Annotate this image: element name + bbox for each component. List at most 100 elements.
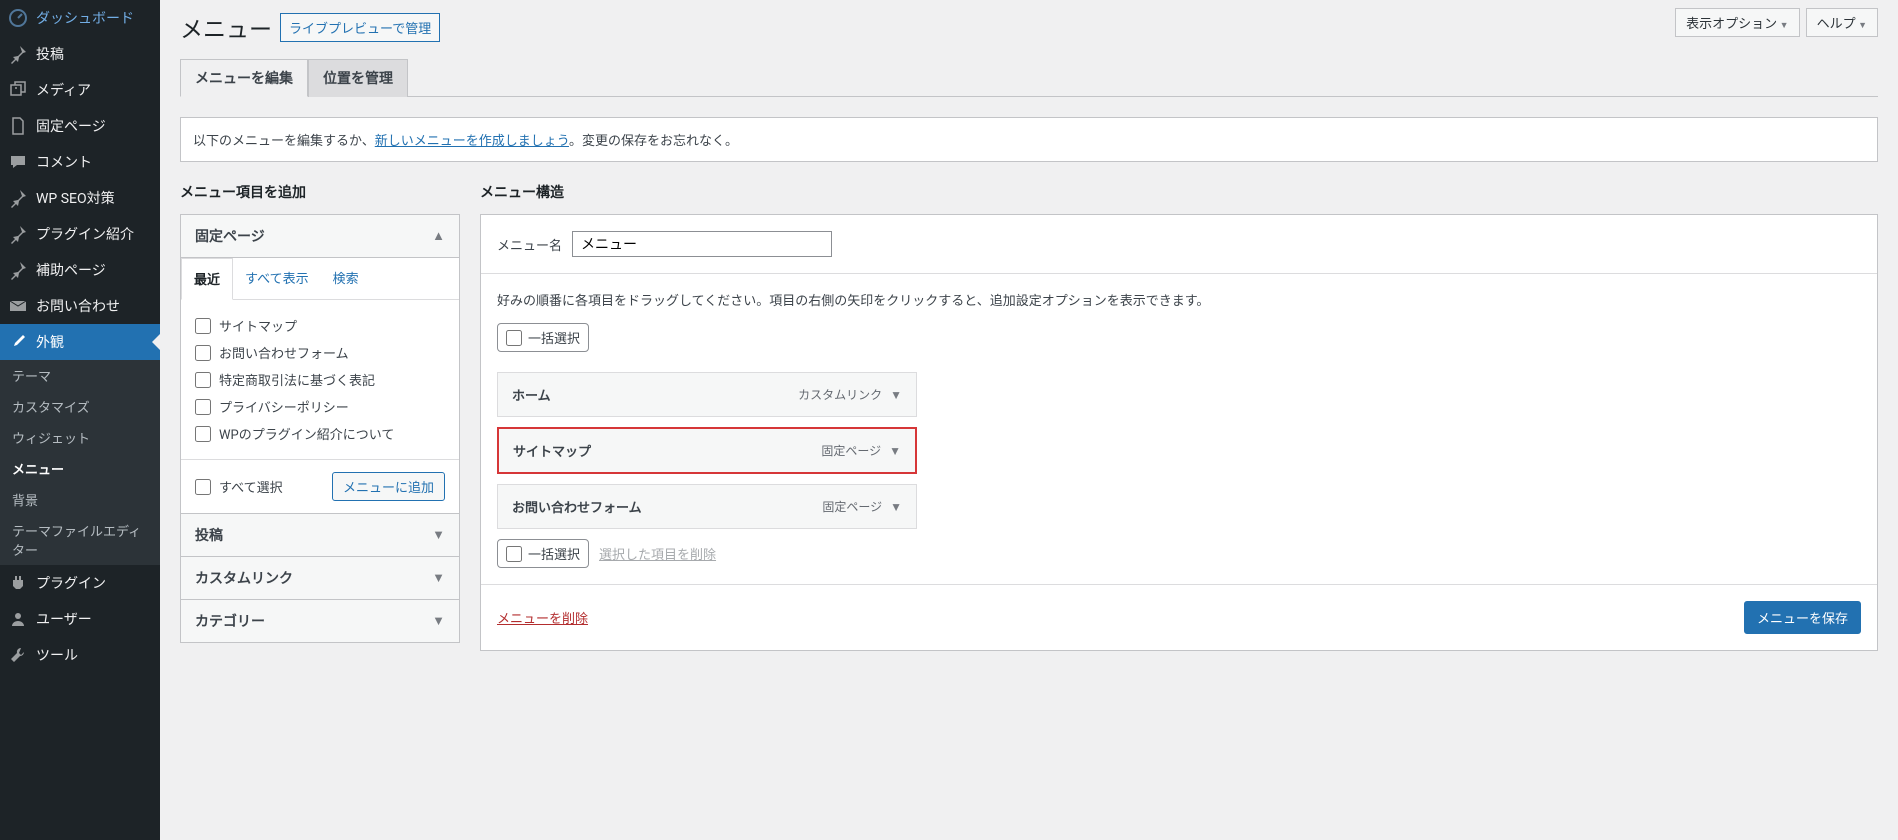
accordion-categories: カテゴリー ▼ bbox=[180, 599, 460, 643]
menu-item-title: ホーム bbox=[512, 385, 551, 404]
sidebar-item-0[interactable]: ダッシュボード bbox=[0, 0, 160, 36]
menu-item-title: お問い合わせフォーム bbox=[512, 497, 642, 516]
sidebar-item-9[interactable]: 外観 bbox=[0, 324, 160, 360]
sidebar-item-6[interactable]: プラグイン紹介 bbox=[0, 216, 160, 252]
chevron-down-icon[interactable]: ▼ bbox=[889, 444, 901, 458]
page-header: メニュー ライブプレビューで管理 bbox=[160, 0, 1898, 44]
sidebar-item-1[interactable]: 投稿 bbox=[0, 36, 160, 72]
sidebar-item-7[interactable]: 補助ページ bbox=[0, 252, 160, 288]
page-check-item[interactable]: お問い合わせフォーム bbox=[195, 339, 445, 366]
chevron-down-icon: ▼ bbox=[432, 570, 445, 586]
inner-tab-search[interactable]: 検索 bbox=[321, 258, 371, 299]
sidebar-sub-item[interactable]: カスタマイズ bbox=[0, 391, 160, 422]
menu-name-label: メニュー名 bbox=[497, 235, 562, 254]
sidebar-item-label: コメント bbox=[36, 152, 92, 172]
remove-selected-link: 選択した項目を削除 bbox=[599, 544, 716, 563]
select-all-checkbox[interactable] bbox=[195, 479, 211, 495]
sidebar-item-8[interactable]: お問い合わせ bbox=[0, 288, 160, 324]
sidebar-item-5[interactable]: WP SEO対策 bbox=[0, 180, 160, 216]
pin-icon bbox=[8, 224, 28, 244]
sidebar-sub-item[interactable]: ウィジェット bbox=[0, 422, 160, 453]
menu-item[interactable]: サイトマップ固定ページ ▼ bbox=[497, 427, 917, 474]
sidebar-submenu: テーマカスタマイズウィジェットメニュー背景テーマファイルエディター bbox=[0, 360, 160, 565]
menu-item-type: カスタムリンク ▼ bbox=[798, 386, 902, 403]
sidebar-item-4[interactable]: コメント bbox=[0, 144, 160, 180]
accordion-posts-label: 投稿 bbox=[195, 525, 223, 545]
page-check-item[interactable]: サイトマップ bbox=[195, 312, 445, 339]
page-checkbox[interactable] bbox=[195, 426, 211, 442]
create-new-menu-link[interactable]: 新しいメニューを作成しましょう bbox=[375, 134, 569, 149]
sidebar-item-11[interactable]: ユーザー bbox=[0, 601, 160, 637]
chevron-down-icon[interactable]: ▼ bbox=[890, 500, 902, 514]
sidebar-sub-item[interactable]: テーマファイルエディター bbox=[0, 515, 160, 565]
accordion-categories-label: カテゴリー bbox=[195, 611, 265, 631]
pages-inner-tabs: 最近 すべて表示 検索 bbox=[181, 258, 459, 300]
bulk-select-label-bottom: 一括選択 bbox=[528, 544, 580, 563]
accordion-custom-links: カスタムリンク ▼ bbox=[180, 556, 460, 600]
add-items-title: メニュー項目を追加 bbox=[180, 182, 460, 202]
notice-suffix: 。変更の保存をお忘れなく。 bbox=[569, 134, 738, 149]
chevron-down-icon[interactable]: ▼ bbox=[890, 388, 902, 402]
main-content: 表示オプション ヘルプ メニュー ライブプレビューで管理 メニューを編集 位置を… bbox=[160, 0, 1898, 840]
delete-menu-link[interactable]: メニューを削除 bbox=[497, 608, 588, 627]
menu-item[interactable]: お問い合わせフォーム固定ページ ▼ bbox=[497, 484, 917, 529]
select-all-pages[interactable]: すべて選択 bbox=[195, 473, 283, 500]
page-check-item[interactable]: 特定商取引法に基づく表記 bbox=[195, 366, 445, 393]
sidebar-item-10[interactable]: プラグイン bbox=[0, 565, 160, 601]
accordion-posts-head[interactable]: 投稿 ▼ bbox=[181, 514, 459, 556]
accordion-categories-head[interactable]: カテゴリー ▼ bbox=[181, 600, 459, 642]
select-all-label: すべて選択 bbox=[219, 477, 283, 496]
sidebar-item-label: 補助ページ bbox=[36, 260, 106, 280]
menu-structure-title: メニュー構造 bbox=[480, 182, 1878, 202]
tab-manage-locations[interactable]: 位置を管理 bbox=[308, 59, 408, 97]
live-preview-button[interactable]: ライブプレビューで管理 bbox=[280, 13, 440, 42]
chevron-down-icon: ▼ bbox=[432, 527, 445, 543]
sidebar-item-12[interactable]: ツール bbox=[0, 637, 160, 673]
sidebar-item-3[interactable]: 固定ページ bbox=[0, 108, 160, 144]
sidebar-sub-item[interactable]: テーマ bbox=[0, 360, 160, 391]
menu-item-title: サイトマップ bbox=[513, 441, 591, 460]
screen-options-button[interactable]: 表示オプション bbox=[1675, 8, 1799, 37]
mail-icon bbox=[8, 296, 28, 316]
add-to-menu-button[interactable]: メニューに追加 bbox=[332, 472, 445, 501]
page-checkbox[interactable] bbox=[195, 318, 211, 334]
inner-tab-view-all[interactable]: すべて表示 bbox=[233, 258, 321, 299]
bulk-select-checkbox-bottom[interactable] bbox=[506, 546, 522, 562]
accordion-custom-head[interactable]: カスタムリンク ▼ bbox=[181, 557, 459, 599]
sidebar-item-label: 外観 bbox=[36, 332, 64, 352]
bulk-select-top[interactable]: 一括選択 bbox=[497, 323, 589, 352]
bulk-select-checkbox[interactable] bbox=[506, 330, 522, 346]
nav-tabs: メニューを編集 位置を管理 bbox=[180, 59, 1878, 97]
sidebar-item-label: 投稿 bbox=[36, 44, 64, 64]
sidebar-sub-item[interactable]: メニュー bbox=[0, 453, 160, 484]
accordion-pages-label: 固定ページ bbox=[195, 226, 265, 246]
help-button[interactable]: ヘルプ bbox=[1806, 8, 1878, 37]
page-label: お問い合わせフォーム bbox=[219, 343, 349, 362]
page-checkbox[interactable] bbox=[195, 345, 211, 361]
page-checkbox[interactable] bbox=[195, 372, 211, 388]
bulk-select-bottom[interactable]: 一括選択 bbox=[497, 539, 589, 568]
edit-notice: 以下のメニューを編集するか、新しいメニューを作成しましょう。変更の保存をお忘れな… bbox=[180, 117, 1878, 162]
tab-edit-menus[interactable]: メニューを編集 bbox=[180, 59, 308, 97]
page-check-item[interactable]: プライバシーポリシー bbox=[195, 393, 445, 420]
pin-icon bbox=[8, 44, 28, 64]
menu-panel: メニュー名 好みの順番に各項目をドラッグしてください。項目の右側の矢印をクリック… bbox=[480, 214, 1878, 651]
page-label: プライバシーポリシー bbox=[219, 397, 349, 416]
sidebar-item-2[interactable]: メディア bbox=[0, 72, 160, 108]
brush-icon bbox=[8, 332, 28, 352]
tools-icon bbox=[8, 645, 28, 665]
inner-tab-recent[interactable]: 最近 bbox=[181, 258, 233, 300]
save-menu-button[interactable]: メニューを保存 bbox=[1744, 601, 1861, 634]
drag-hint: 好みの順番に各項目をドラッグしてください。項目の右側の矢印をクリックすると、追加… bbox=[497, 290, 1861, 309]
bulk-select-label: 一括選択 bbox=[528, 328, 580, 347]
sidebar-item-label: ツール bbox=[36, 645, 78, 665]
comment-icon bbox=[8, 152, 28, 172]
menu-name-input[interactable] bbox=[572, 231, 832, 257]
page-check-item[interactable]: WPのプラグイン紹介について bbox=[195, 420, 445, 447]
accordion-pages-head[interactable]: 固定ページ ▲ bbox=[181, 215, 459, 258]
sidebar-sub-item[interactable]: 背景 bbox=[0, 484, 160, 515]
user-icon bbox=[8, 609, 28, 629]
page-checkbox[interactable] bbox=[195, 399, 211, 415]
menu-item[interactable]: ホーム カスタムリンク ▼ bbox=[497, 372, 917, 417]
sidebar-item-label: ダッシュボード bbox=[36, 8, 134, 28]
